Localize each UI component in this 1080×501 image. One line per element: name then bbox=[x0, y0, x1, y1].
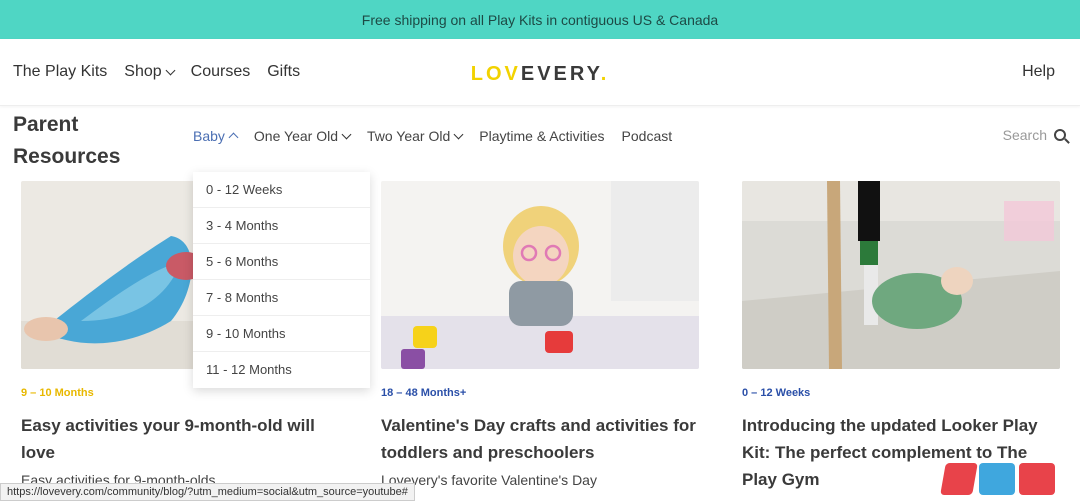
nav-courses[interactable]: Courses bbox=[191, 63, 251, 81]
search-icon bbox=[1054, 129, 1066, 141]
tab-playtime-activities[interactable]: Playtime & Activities bbox=[479, 128, 604, 144]
article-card[interactable]: 18 – 48 Months+ Valentine's Day crafts a… bbox=[381, 181, 699, 488]
resources-menu: Baby One Year Old Two Year Old Playtime … bbox=[193, 128, 672, 144]
chevron-up-icon bbox=[228, 132, 239, 143]
article-headline[interactable]: Easy activities your 9-month-old will lo… bbox=[21, 412, 339, 466]
article-card[interactable]: 0 – 12 Weeks Introducing the updated Loo… bbox=[742, 181, 1060, 493]
watermark-logo bbox=[940, 463, 1055, 495]
watermark-block bbox=[1019, 463, 1055, 495]
promo-banner: Free shipping on all Play Kits in contig… bbox=[0, 0, 1080, 39]
chevron-down-icon bbox=[165, 65, 176, 75]
browser-status-bar: https://lovevery.com/community/blog/?utm… bbox=[0, 483, 415, 501]
article-tag: 9 – 10 Months bbox=[21, 387, 94, 399]
search-label: Search bbox=[1002, 127, 1047, 143]
tab-baby[interactable]: Baby bbox=[193, 128, 239, 144]
tab-one-year-label: One Year Old bbox=[253, 128, 338, 144]
dropdown-item-3-4-months[interactable]: 3 - 4 Months bbox=[193, 208, 370, 244]
logo-part-b: EVERY bbox=[520, 63, 601, 85]
top-navigation: The Play Kits Shop Courses Gifts LOVEVER… bbox=[0, 39, 1080, 106]
article-tag: 18 – 48 Months+ bbox=[381, 387, 467, 399]
baby-age-dropdown: 0 - 12 Weeks 3 - 4 Months 5 - 6 Months 7… bbox=[193, 172, 370, 388]
tab-two-year-label: Two Year Old bbox=[366, 128, 451, 144]
tab-baby-label: Baby bbox=[193, 128, 225, 144]
article-tag: 0 – 12 Weeks bbox=[742, 387, 811, 399]
dropdown-item-11-12-months[interactable]: 11 - 12 Months bbox=[193, 352, 370, 388]
lovevery-logo[interactable]: LOVEVERY. bbox=[471, 63, 610, 86]
parent-resources-nav: Parent Resources Baby One Year Old Two Y… bbox=[0, 106, 1080, 174]
article-image[interactable] bbox=[381, 181, 699, 369]
dropdown-item-5-6-months[interactable]: 5 - 6 Months bbox=[193, 244, 370, 280]
promo-text: Free shipping on all Play Kits in contig… bbox=[361, 11, 719, 28]
article-image[interactable] bbox=[742, 181, 1060, 369]
dropdown-item-9-10-months[interactable]: 9 - 10 Months bbox=[193, 316, 370, 352]
watermark-block bbox=[979, 463, 1015, 495]
article-headline[interactable]: Valentine's Day crafts and activities fo… bbox=[381, 412, 699, 466]
dropdown-item-0-12-weeks[interactable]: 0 - 12 Weeks bbox=[193, 172, 370, 208]
logo-part-a: LOV bbox=[470, 63, 521, 85]
tab-podcast[interactable]: Podcast bbox=[622, 128, 673, 144]
tab-one-year-old[interactable]: One Year Old bbox=[253, 128, 352, 144]
watermark-block bbox=[940, 463, 978, 495]
logo-dot: . bbox=[600, 63, 610, 85]
page-title: Parent Resources bbox=[13, 113, 121, 168]
dropdown-item-7-8-months[interactable]: 7 - 8 Months bbox=[193, 280, 370, 316]
tab-two-year-old[interactable]: Two Year Old bbox=[366, 128, 464, 144]
search-button[interactable]: Search bbox=[1003, 127, 1066, 143]
nav-play-kits[interactable]: The Play Kits bbox=[13, 63, 107, 81]
article-excerpt: Lovevery's favorite Valentine's Day bbox=[381, 472, 597, 488]
nav-gifts[interactable]: Gifts bbox=[267, 63, 300, 81]
help-link[interactable]: Help bbox=[1022, 63, 1067, 81]
nav-shop[interactable]: Shop bbox=[124, 63, 176, 81]
chevron-down-icon bbox=[453, 129, 464, 139]
main-nav-links: The Play Kits Shop Courses Gifts bbox=[13, 63, 300, 81]
chevron-down-icon bbox=[341, 129, 352, 139]
nav-shop-label: Shop bbox=[124, 63, 162, 80]
